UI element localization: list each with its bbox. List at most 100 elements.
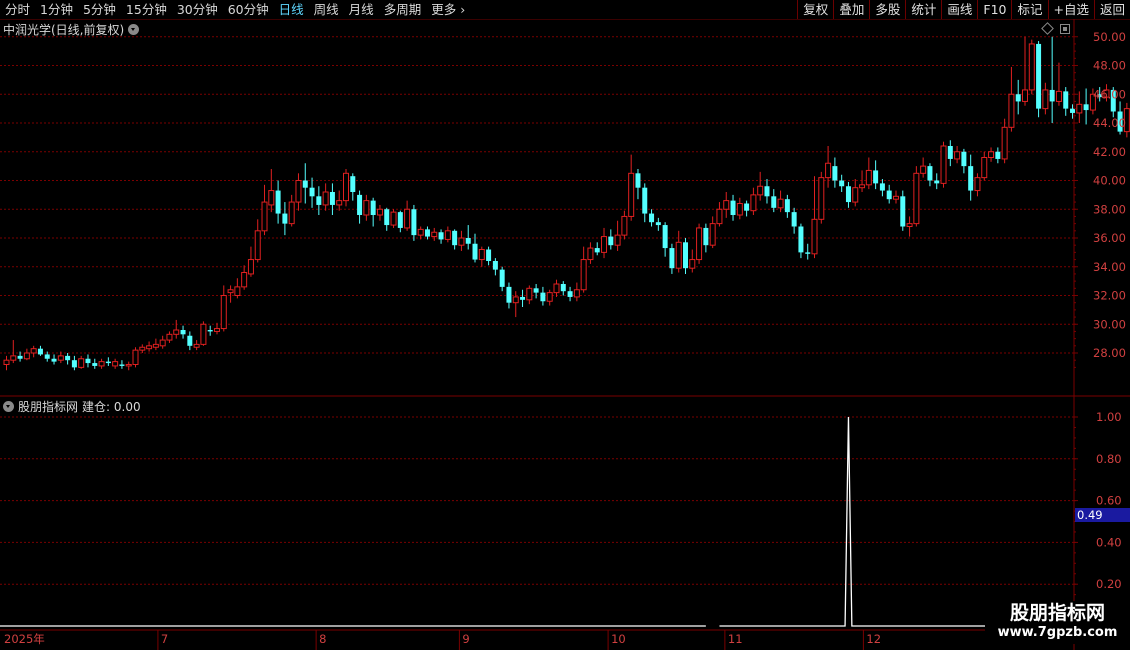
- candle: [662, 222, 668, 257]
- candle: [322, 183, 329, 211]
- candle: [357, 190, 363, 224]
- candle: [573, 282, 580, 302]
- candle: [10, 340, 17, 364]
- candle-body: [173, 329, 180, 335]
- candle-body: [954, 151, 961, 160]
- candle: [1001, 118, 1008, 164]
- price-tick-label: 42.00: [1093, 145, 1126, 159]
- candle: [744, 200, 750, 217]
- candle: [1036, 41, 1042, 118]
- candle-body: [892, 195, 899, 200]
- candle-body: [675, 241, 682, 269]
- candle-body: [1022, 89, 1028, 102]
- candle-body: [744, 203, 750, 211]
- candle: [282, 202, 288, 236]
- candle-body: [900, 196, 906, 227]
- candle-body: [642, 187, 648, 214]
- candle-body: [791, 212, 797, 227]
- candle-body: [947, 146, 953, 159]
- candle: [71, 355, 77, 371]
- candle-body: [390, 211, 397, 226]
- candle: [411, 204, 417, 241]
- candle: [580, 246, 587, 293]
- candle-body: [350, 176, 356, 192]
- candle-body: [920, 165, 927, 174]
- candle-body: [913, 172, 920, 225]
- candle-body: [825, 162, 832, 179]
- candle: [132, 347, 139, 368]
- candle-body: [703, 227, 709, 246]
- candle: [777, 190, 784, 213]
- candle: [152, 338, 159, 351]
- candle: [499, 266, 505, 292]
- candle: [995, 147, 1001, 164]
- indicator-value-label: 建仓: 0.00: [82, 399, 141, 414]
- candle-body: [635, 173, 641, 188]
- candle-body: [757, 185, 764, 196]
- candle-body: [1028, 43, 1035, 91]
- candle: [200, 321, 207, 346]
- price-tick-label: 44.00: [1093, 116, 1126, 130]
- candle-body: [37, 348, 43, 355]
- candle-body: [526, 287, 533, 301]
- record-icon[interactable]: [1060, 24, 1070, 34]
- candle: [892, 190, 899, 204]
- candle-body: [974, 177, 981, 192]
- date-tick-label: 9: [462, 632, 469, 646]
- candle: [954, 146, 961, 164]
- chevron-down-icon[interactable]: [128, 23, 140, 35]
- candle-body: [71, 360, 77, 368]
- chevron-down-icon[interactable]: [3, 400, 14, 412]
- candle-body: [112, 361, 119, 367]
- candle: [594, 242, 600, 256]
- candle: [173, 319, 180, 339]
- candle: [567, 286, 573, 302]
- candle: [805, 243, 811, 260]
- candle: [981, 151, 988, 181]
- candle: [417, 226, 424, 240]
- candle-body: [302, 180, 308, 188]
- candle-body: [520, 296, 526, 300]
- candle: [506, 282, 512, 309]
- candle: [343, 169, 349, 207]
- candle: [159, 335, 166, 349]
- candle-body: [580, 259, 587, 291]
- candle: [669, 243, 675, 274]
- price-tick-label: 46.00: [1093, 87, 1126, 101]
- candle-body: [696, 227, 703, 261]
- candle: [309, 177, 315, 208]
- candle: [968, 154, 974, 201]
- kline-chart[interactable]: 50.00 48.00 46.00 44.00 42.00 40.00 38.00 36.00…: [0, 0, 1130, 650]
- candle-body: [404, 208, 411, 229]
- candle-body: [567, 291, 573, 297]
- date-tick-label: 11: [728, 632, 743, 646]
- candle-body: [1049, 89, 1055, 102]
- candle: [316, 186, 322, 215]
- candle: [444, 226, 451, 243]
- candle-body: [736, 203, 743, 216]
- candle-body: [811, 218, 818, 255]
- candle-body: [363, 200, 370, 216]
- candle-body: [906, 223, 913, 227]
- candle-body: [805, 252, 811, 254]
- candle-body: [431, 231, 438, 238]
- candle-body: [818, 177, 825, 220]
- candle-body: [1036, 43, 1042, 109]
- candle: [78, 355, 85, 369]
- candle: [92, 358, 98, 369]
- candle-body: [98, 361, 105, 367]
- candle-body: [309, 187, 315, 197]
- candle-body: [92, 363, 98, 366]
- indicator-line-spike: [719, 416, 1130, 627]
- candle: [988, 147, 995, 162]
- candle: [370, 197, 376, 227]
- candle-body: [220, 295, 227, 330]
- candle: [601, 227, 608, 259]
- candle-body: [132, 349, 139, 365]
- candle: [30, 345, 37, 358]
- candle: [302, 163, 308, 204]
- candle: [716, 202, 723, 227]
- indicator-tick-label: 0.80: [1096, 452, 1122, 466]
- candle: [57, 351, 64, 364]
- candle: [241, 265, 248, 290]
